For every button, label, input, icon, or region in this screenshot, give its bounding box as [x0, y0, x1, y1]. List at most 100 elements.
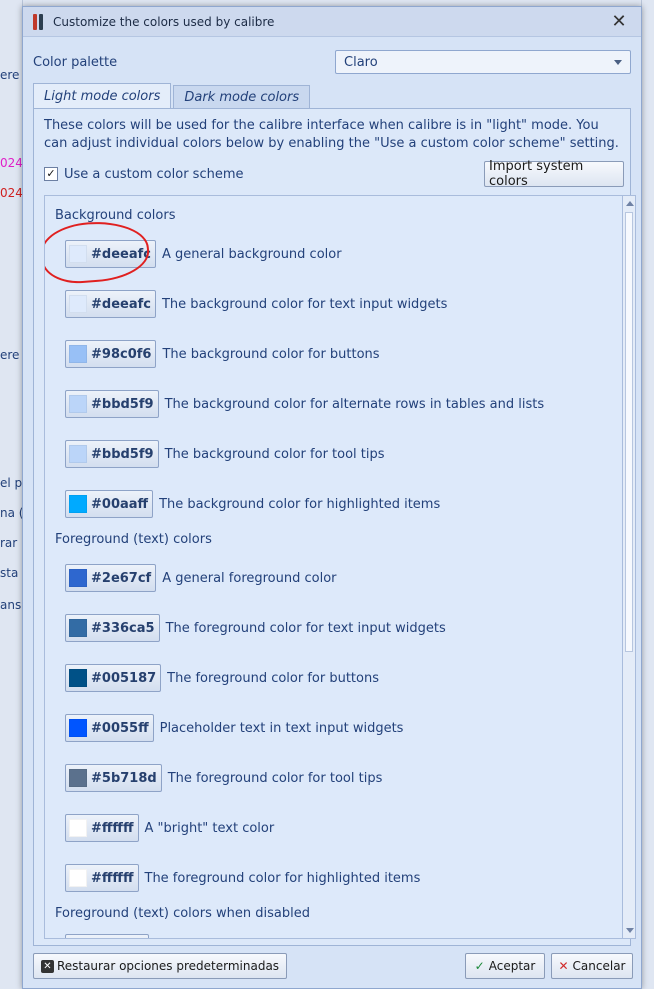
color-picker-button[interactable]: #ffffff: [65, 814, 139, 842]
color-hex: #336ca5: [91, 620, 155, 636]
section-heading-disabled: Foreground (text) colors when disabled: [55, 906, 310, 921]
color-picker-button[interactable]: #005187: [65, 664, 162, 692]
color-picker-button[interactable]: #336ca5: [65, 614, 160, 642]
tab-dark-mode[interactable]: Dark mode colors: [173, 85, 311, 109]
color-row: #ffffff The foreground color for highlig…: [65, 864, 420, 892]
color-hex: #bbd5f9: [91, 446, 154, 462]
color-hex: #005187: [91, 670, 157, 686]
color-picker-button[interactable]: #bbd5f9: [65, 390, 159, 418]
color-palette-row: Color palette Claro: [33, 49, 631, 75]
clear-icon: ✕: [40, 959, 54, 973]
color-row: #deeafc The background color for text in…: [65, 290, 447, 318]
color-description: A general background color: [161, 246, 342, 262]
background-text: 024: [0, 156, 22, 170]
color-description: Placeholder text in text input widgets: [159, 720, 404, 736]
button-label: Import system colors: [489, 159, 584, 189]
color-picker-button[interactable]: #ffffff: [65, 864, 139, 892]
dialog-titlebar[interactable]: Customize the colors used by calibre ✕: [23, 7, 641, 37]
color-picker-button[interactable]: #0055ff: [65, 714, 154, 742]
import-system-colors-button[interactable]: Import system colors: [484, 159, 624, 189]
custom-scheme-row: ✓ Use a custom color scheme Import syste…: [44, 159, 624, 189]
color-list-scroll-area[interactable]: Background colors #deeafc A general back…: [44, 195, 623, 939]
color-description: The foreground color for text input widg…: [165, 620, 446, 636]
color-picker-button[interactable]: [65, 934, 149, 938]
scroll-down-icon[interactable]: [626, 928, 634, 933]
color-swatch: [69, 395, 87, 413]
color-description: The foreground color for tool tips: [167, 770, 383, 786]
tab-label: Dark mode colors: [184, 90, 300, 105]
custom-scheme-checkbox[interactable]: ✓: [44, 167, 58, 181]
color-swatch: [69, 345, 87, 363]
scrollbar-thumb[interactable]: [625, 212, 633, 652]
color-description: The foreground color for buttons: [167, 670, 379, 686]
color-swatch: [69, 719, 87, 737]
light-mode-panel: These colors will be used for the calibr…: [33, 108, 636, 946]
checkmark-icon: ✓: [474, 959, 485, 973]
color-description: A general foreground color: [162, 570, 337, 586]
color-hex: #5b718d: [91, 770, 157, 786]
color-hex: #deeafc: [91, 296, 151, 312]
color-hex: #2e67cf: [91, 570, 152, 586]
color-row: #bbd5f9 The background color for tool ti…: [65, 440, 385, 468]
tab-light-mode[interactable]: Light mode colors: [33, 83, 172, 109]
annotation-circle: [45, 218, 151, 286]
color-picker-button[interactable]: #5b718d: [65, 764, 162, 792]
color-row: #5b718d The foreground color for tool ti…: [65, 764, 382, 792]
color-hex: #0055ff: [91, 720, 149, 736]
custom-scheme-label[interactable]: Use a custom color scheme: [64, 167, 484, 182]
color-description: The background color for tool tips: [164, 446, 385, 462]
background-text: rar: [0, 536, 18, 550]
scroll-up-icon[interactable]: [626, 201, 634, 206]
color-picker-button[interactable]: #2e67cf: [65, 564, 157, 592]
background-app-left: ere 024 024 ere el p na ( rar sta ans: [0, 0, 23, 989]
dialog-title: Customize the colors used by calibre: [53, 14, 275, 29]
color-picker-button[interactable]: #98c0f6: [65, 340, 157, 368]
color-picker-button[interactable]: #00aaff: [65, 490, 154, 518]
color-row: #00aaff The background color for highlig…: [65, 490, 440, 518]
color-row: #0055ff Placeholder text in text input w…: [65, 714, 403, 742]
tab-label: Light mode colors: [44, 89, 161, 104]
color-swatch: [69, 445, 87, 463]
color-palette-select[interactable]: Claro: [335, 50, 631, 74]
color-palette-label: Color palette: [33, 54, 118, 70]
background-text: el p: [0, 476, 22, 490]
background-text: ere: [0, 68, 20, 82]
color-row: #bbd5f9 The background color for alterna…: [65, 390, 544, 418]
color-swatch: [69, 819, 87, 837]
color-palette-value: Claro: [344, 54, 378, 70]
chevron-down-icon: [614, 59, 622, 65]
accept-button[interactable]: ✓ Aceptar: [465, 953, 545, 979]
cancel-button[interactable]: ✕ Cancelar: [551, 953, 633, 979]
color-hex: #98c0f6: [91, 346, 152, 362]
background-text: 024: [0, 186, 22, 200]
restore-defaults-button[interactable]: ✕ Restaurar opciones predeterminadas: [33, 953, 287, 979]
color-hex: #bbd5f9: [91, 396, 154, 412]
color-swatch: [69, 295, 87, 313]
color-swatch: [69, 619, 87, 637]
button-label: Cancelar: [572, 959, 626, 973]
color-hex: #ffffff: [91, 870, 134, 886]
color-picker-button[interactable]: #bbd5f9: [65, 440, 159, 468]
color-description: The foreground color for highlighted ite…: [144, 870, 421, 886]
color-row: #005187 The foreground color for buttons: [65, 664, 379, 692]
close-icon[interactable]: ✕: [605, 7, 633, 37]
cancel-icon: ✕: [558, 959, 569, 973]
color-hex: #ffffff: [91, 820, 134, 836]
background-text: ere: [0, 348, 20, 362]
color-swatch: [69, 769, 87, 787]
color-row: #ffffff A "bright" text color: [65, 814, 274, 842]
section-heading-background: Background colors: [55, 208, 176, 223]
color-row: #98c0f6 The background color for buttons: [65, 340, 380, 368]
background-app-right: [641, 0, 654, 989]
background-text: sta: [0, 566, 19, 580]
color-swatch: [69, 569, 87, 587]
color-picker-button[interactable]: #deeafc: [65, 290, 156, 318]
color-description: The background color for highlighted ite…: [159, 496, 441, 512]
color-swatch: [69, 869, 87, 887]
color-swatch: [69, 495, 87, 513]
color-list-scrollbar[interactable]: [622, 195, 636, 939]
mode-tabs: Light mode colors Dark mode colors: [33, 83, 312, 109]
button-label: Restaurar opciones predeterminadas: [56, 959, 280, 973]
color-description: The background color for buttons: [162, 346, 380, 362]
color-row-partial: [65, 934, 149, 938]
